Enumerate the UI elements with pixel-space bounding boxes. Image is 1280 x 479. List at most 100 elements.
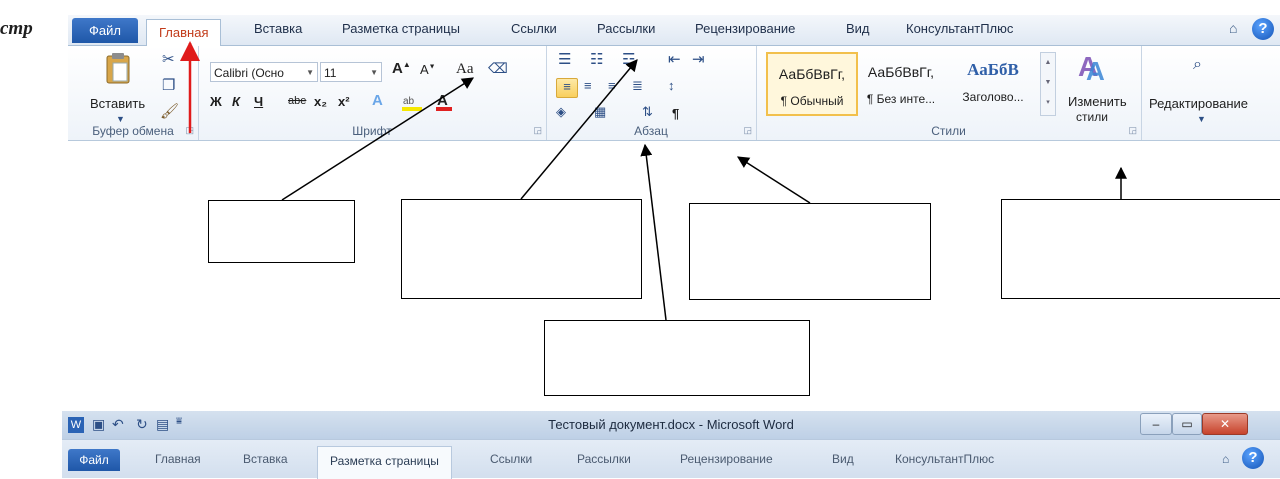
font-name-value: Calibri (Осно — [214, 66, 284, 80]
window-titlebar: W ▣ ↶ ↻ ▤ ⩸ Тестовый документ.docx - Mic… — [62, 411, 1280, 439]
decrease-indent-icon[interactable]: ⇤ — [668, 50, 681, 68]
grow-font-icon[interactable]: A▲ — [392, 60, 411, 77]
borders-icon[interactable]: ▦ — [594, 104, 606, 120]
annotation-box-2 — [401, 199, 642, 299]
ribbon-minimize-icon[interactable]: ⌂ — [1222, 452, 1229, 466]
copy-icon[interactable]: ❐ — [162, 76, 175, 94]
group-font: Calibri (Осно ▼ 11 ▼ A▲ A▼ Aa ⌫ Ж К Ч abe … — [198, 46, 547, 140]
tab-view[interactable]: Вид — [832, 452, 854, 466]
tab-file[interactable]: Файл — [72, 18, 138, 43]
paste-button[interactable]: Вставить — [90, 96, 145, 111]
paste-icon[interactable] — [106, 52, 130, 84]
numbering-icon[interactable]: ☷ — [590, 50, 603, 68]
align-center-icon[interactable]: ≡ — [584, 78, 592, 93]
style-no-spacing[interactable]: АаБбВвГг, ¶ Без инте... — [856, 52, 946, 112]
superscript-button[interactable]: x² — [338, 94, 350, 109]
shrink-font-icon[interactable]: A▼ — [420, 62, 436, 77]
font-color-icon[interactable]: A — [434, 90, 454, 112]
styles-scroll[interactable]: ▲ ▼ ▾ — [1040, 52, 1056, 116]
multilevel-list-icon[interactable]: ☲ — [622, 50, 635, 68]
change-styles-icon[interactable]: AA — [1076, 50, 1110, 86]
svg-text:ab: ab — [403, 96, 415, 107]
svg-text:A: A — [1086, 56, 1105, 82]
minimize-window-button[interactable]: – — [1140, 413, 1172, 435]
ribbon-top: Файл Главная Вставка Разметка страницы С… — [68, 0, 1280, 162]
editing-button[interactable]: Редактирование — [1149, 96, 1248, 111]
shading-icon[interactable]: ◈ — [556, 104, 566, 120]
style-name: ¶ Обычный — [780, 94, 844, 108]
style-normal[interactable]: АаБбВвГг, ¶ Обычный — [766, 52, 858, 116]
italic-button[interactable]: К — [232, 94, 240, 109]
arrow-3 — [736, 156, 811, 204]
help-icon[interactable]: ? — [1252, 18, 1274, 40]
tab-references[interactable]: Ссылки — [511, 21, 557, 36]
tab-home[interactable]: Главная — [146, 19, 222, 46]
format-painter-icon[interactable]: 🖌 — [160, 102, 179, 120]
show-marks-button[interactable]: ¶ — [672, 106, 679, 121]
text-effects-icon[interactable]: A — [372, 92, 383, 109]
paragraph-launcher-icon[interactable]: ◲ — [743, 125, 752, 136]
tab-mailings[interactable]: Рассылки — [577, 452, 631, 466]
style-heading-1[interactable]: АаБбВ Заголово... — [948, 52, 1038, 112]
clipboard-launcher-icon[interactable]: ◲ — [185, 125, 194, 136]
group-label-styles: Стили — [931, 124, 966, 138]
highlight-color-icon[interactable]: ab — [400, 92, 424, 112]
tab-consultant[interactable]: КонсультантПлюс — [895, 452, 994, 466]
line-spacing-icon[interactable]: ↕ — [668, 78, 675, 93]
bold-button[interactable]: Ж — [210, 94, 222, 109]
find-binoculars-icon[interactable]: ⌕ — [1193, 56, 1202, 74]
annotation-box-3 — [689, 203, 931, 300]
align-right-icon[interactable]: ≡ — [608, 78, 616, 93]
chevron-down-icon: ▼ — [306, 68, 314, 77]
editing-dropdown-icon[interactable]: ▼ — [1197, 114, 1206, 124]
style-name: ¶ Без инте... — [866, 92, 936, 106]
font-launcher-icon[interactable]: ◲ — [533, 125, 542, 136]
group-editing: ⌕ Редактирование ▼ — [1141, 46, 1280, 140]
group-label-font: Шрифт — [352, 124, 392, 138]
tab-review[interactable]: Рецензирование — [680, 452, 773, 466]
group-styles: АаБбВвГг, ¶ Обычный АаБбВвГг, ¶ Без инте… — [756, 46, 1142, 140]
change-styles-label-2[interactable]: стили — [1076, 110, 1108, 124]
group-label-clipboard: Буфер обмена — [92, 124, 174, 138]
tab-page-layout[interactable]: Разметка страницы — [342, 21, 460, 36]
close-window-button[interactable]: ✕ — [1202, 413, 1248, 435]
tab-page-layout[interactable]: Разметка страницы — [317, 446, 452, 479]
change-case-button[interactable]: Aa — [456, 61, 474, 78]
tab-insert[interactable]: Вставка — [254, 21, 302, 36]
arrow-5 — [640, 143, 667, 321]
tab-file[interactable]: Файл — [68, 449, 120, 471]
justify-icon[interactable]: ≣ — [632, 78, 643, 94]
chevron-down-icon: ▼ — [370, 68, 378, 77]
tab-references[interactable]: Ссылки — [490, 452, 532, 466]
underline-button[interactable]: Ч — [254, 94, 263, 109]
change-styles-label[interactable]: Изменить — [1068, 94, 1127, 109]
font-name-combo[interactable]: Calibri (Осно ▼ — [210, 62, 318, 82]
help-icon[interactable]: ? — [1242, 447, 1264, 469]
ribbon-tab-bar: Файл Главная Вставка Разметка страницы С… — [68, 15, 1280, 46]
styles-launcher-icon[interactable]: ◲ — [1128, 125, 1137, 136]
tab-home[interactable]: Главная — [155, 452, 201, 466]
maximize-window-button[interactable]: ▭ — [1172, 413, 1202, 435]
strikethrough-button[interactable]: abe — [288, 95, 306, 107]
tab-mailings[interactable]: Рассылки — [597, 21, 655, 36]
style-name: Заголово... — [962, 90, 1024, 104]
align-left-icon[interactable]: ≡ — [556, 78, 578, 98]
tab-insert[interactable]: Вставка — [243, 452, 288, 466]
ribbon-body: Вставить ▼ ✂ ❐ 🖌 Буфер обмена ◲ Calibri … — [68, 46, 1280, 141]
svg-text:A: A — [437, 92, 448, 109]
style-sample: АаБбВ — [967, 60, 1019, 79]
tab-consultant[interactable]: КонсультантПлюс — [906, 21, 1013, 36]
group-paragraph: ☰ ☷ ☲ ⇤ ⇥ ≡ ≡ ≡ ≣ ↕ ◈ ▦ ⇅ ¶ Абзац ◲ — [546, 46, 757, 140]
tab-review[interactable]: Рецензирование — [695, 21, 795, 36]
bullets-icon[interactable]: ☰ — [558, 50, 571, 68]
subscript-button[interactable]: x₂ — [314, 94, 327, 109]
clear-formatting-icon[interactable]: ⌫ — [488, 60, 508, 77]
style-sample: АаБбВвГг, — [867, 64, 935, 80]
ribbon-minimize-icon[interactable]: ⌂ — [1229, 20, 1237, 36]
paste-dropdown-icon[interactable]: ▼ — [116, 114, 125, 124]
sort-icon[interactable]: ⇅ — [642, 104, 653, 120]
tab-view[interactable]: Вид — [846, 21, 870, 36]
cut-icon[interactable]: ✂ — [162, 50, 175, 68]
increase-indent-icon[interactable]: ⇥ — [692, 50, 705, 68]
font-size-combo[interactable]: 11 ▼ — [320, 62, 382, 82]
